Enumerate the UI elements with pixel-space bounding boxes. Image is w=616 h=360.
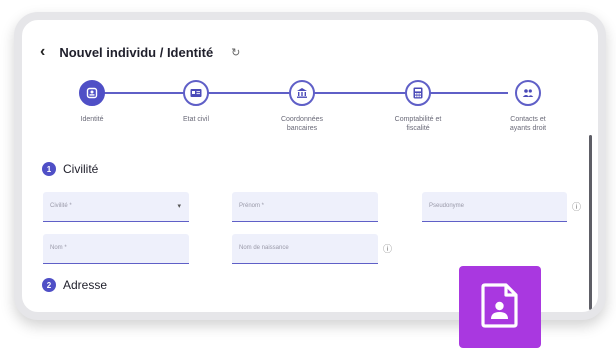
field-label: Pseudonyme [429,203,465,209]
step-coordonnees-bancaires[interactable]: Coordonnées bancaires [252,80,352,133]
step-etat-civil[interactable]: Etat civil [146,80,246,124]
header: ‹ Nouvel individu / Identité ↻ [40,42,240,62]
section-title: Adresse [63,278,108,292]
prenom-input[interactable]: Prénom * [232,192,378,222]
field-label: Nom de naissance [239,245,289,251]
scrollbar[interactable] [589,135,592,310]
calculator-icon [405,80,431,106]
id-card-icon [79,80,105,106]
section-civilite: 1 Civilité [42,162,98,176]
contact-document-icon [480,282,520,333]
document-badge [459,266,541,348]
field-label: Nom * [50,245,67,251]
step-label: Etat civil [182,116,210,123]
info-icon[interactable]: ⓘ [383,242,392,255]
page-title: Nouvel individu / Identité [59,44,214,60]
step-label: Identité [80,116,104,123]
section-number: 1 [42,162,56,176]
nom-input[interactable]: Nom * [43,234,189,264]
pseudonyme-input[interactable]: Pseudonyme [422,192,567,222]
nom-naissance-input[interactable]: Nom de naissance [232,234,378,264]
people-icon [515,80,541,106]
step-label: Coordonnées bancaires [280,116,324,132]
step-comptabilite-fiscalite[interactable]: Comptabilité et fiscalité [368,80,468,133]
section-adresse: 2 Adresse [42,278,107,292]
field-label: Prénom * [239,203,265,209]
step-identite[interactable]: Identité [42,80,142,124]
civilite-select[interactable]: Civilité * ▾ [43,192,189,222]
step-contacts-ayants-droit[interactable]: Contacts et ayants droit [478,80,578,133]
back-icon[interactable]: ‹ [40,43,45,61]
stepper: Identité Etat civil Coordonnées bancaire… [42,70,562,160]
step-label: Comptabilité et fiscalité [394,116,442,132]
section-title: Civilité [63,162,99,176]
bank-icon [289,80,315,106]
section-number: 2 [42,278,56,292]
card-icon [183,80,209,106]
info-icon[interactable]: ⓘ [572,200,581,213]
refresh-icon[interactable]: ↻ [231,46,240,59]
field-label: Civilité * [50,203,72,209]
chevron-down-icon: ▾ [177,203,181,210]
step-label: Contacts et ayants droit [509,116,547,132]
